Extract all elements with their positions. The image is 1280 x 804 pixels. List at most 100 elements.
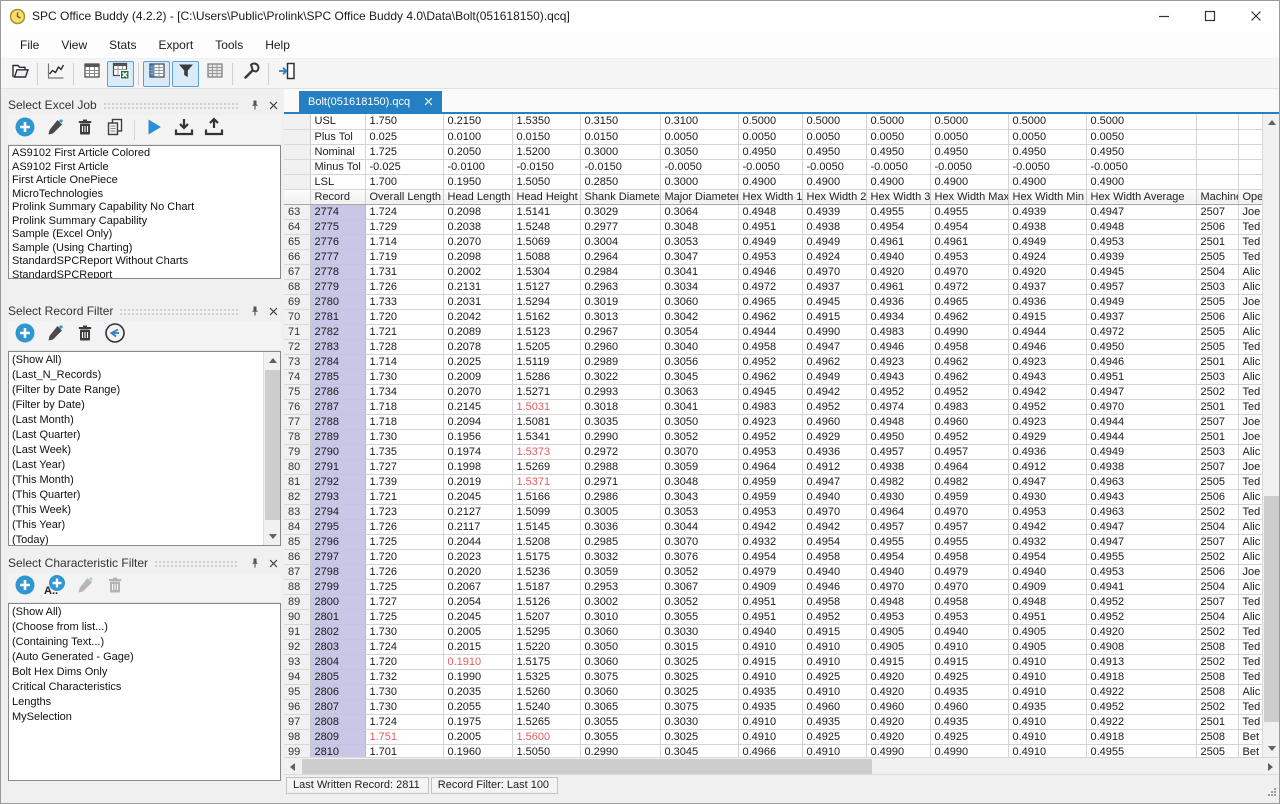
data-cell[interactable]: 1.5031	[512, 399, 580, 414]
data-cell[interactable]: 2505	[1196, 324, 1238, 339]
data-cell[interactable]: 0.1975	[443, 714, 512, 729]
data-cell[interactable]: 0.4922	[1086, 684, 1196, 699]
data-cell[interactable]: 2506	[1196, 309, 1238, 324]
spec-value-cell[interactable]: 1.5050	[512, 174, 580, 189]
data-cell[interactable]: 0.4960	[930, 699, 1008, 714]
data-cell[interactable]: 0.4955	[866, 534, 930, 549]
data-cell[interactable]: 0.3002	[580, 594, 660, 609]
add-button[interactable]	[12, 575, 38, 601]
data-cell[interactable]: 0.4939	[802, 204, 866, 219]
data-cell[interactable]: 0.4955	[866, 204, 930, 219]
data-cell[interactable]: 0.2045	[443, 609, 512, 624]
list-item[interactable]: AS9102 First Article Colored	[12, 147, 280, 161]
data-cell[interactable]: 0.4910	[738, 729, 802, 744]
data-cell[interactable]: 0.3055	[580, 729, 660, 744]
data-cell[interactable]: 0.4946	[802, 579, 866, 594]
data-cell[interactable]: Alic	[1238, 609, 1262, 624]
data-cell[interactable]: 0.4942	[1008, 519, 1086, 534]
record-filter-list[interactable]: (Show All)(Last_N_Records)(Filter by Dat…	[8, 351, 281, 546]
data-cell[interactable]: 0.2127	[443, 504, 512, 519]
data-cell[interactable]: Ted	[1238, 714, 1262, 729]
data-cell[interactable]: 1.726	[365, 519, 443, 534]
data-cell[interactable]: 0.4930	[1008, 489, 1086, 504]
data-cell[interactable]: 0.4953	[738, 444, 802, 459]
spec-value-cell[interactable]: 0.0050	[738, 129, 802, 144]
data-cell[interactable]: 2508	[1196, 729, 1238, 744]
column-header-major-diameter[interactable]: Major Diameter	[660, 189, 738, 204]
data-cell[interactable]: 0.4961	[866, 234, 930, 249]
data-cell[interactable]: 0.4925	[802, 729, 866, 744]
data-cell[interactable]: 0.3029	[580, 204, 660, 219]
data-cell[interactable]: 1.5248	[512, 219, 580, 234]
data-cell[interactable]: 0.4949	[802, 369, 866, 384]
data-cell[interactable]: 0.4990	[802, 324, 866, 339]
maximize-button[interactable]	[1187, 1, 1233, 31]
data-cell[interactable]: Ted	[1238, 624, 1262, 639]
data-cell[interactable]: 0.4962	[802, 354, 866, 369]
data-cell[interactable]: 0.4920	[866, 669, 930, 684]
spec-value-cell[interactable]: 0.4900	[866, 174, 930, 189]
data-cell[interactable]: 0.3056	[660, 354, 738, 369]
data-cell[interactable]: 0.4951	[738, 594, 802, 609]
data-cell[interactable]: 1.730	[365, 369, 443, 384]
data-cell[interactable]: 0.4970	[802, 504, 866, 519]
list-item[interactable]: StandardSPCReport	[12, 269, 280, 280]
pivot-grid-button[interactable]	[201, 61, 228, 87]
data-cell[interactable]: 0.2009	[443, 369, 512, 384]
data-cell[interactable]: 0.4957	[866, 444, 930, 459]
data-cell[interactable]: 1.726	[365, 564, 443, 579]
list-item[interactable]: (Choose from list...)	[12, 620, 280, 635]
data-cell[interactable]: 0.3042	[660, 309, 738, 324]
data-cell[interactable]: 2502	[1196, 384, 1238, 399]
data-cell[interactable]: 1.726	[365, 279, 443, 294]
spec-value-cell[interactable]: 0.5000	[866, 114, 930, 129]
list-item[interactable]: (Containing Text...)	[12, 635, 280, 650]
data-cell[interactable]: 1.720	[365, 309, 443, 324]
data-cell[interactable]: Alic	[1238, 279, 1262, 294]
data-cell[interactable]: 0.4957	[866, 519, 930, 534]
data-cell[interactable]: 0.2986	[580, 489, 660, 504]
data-cell[interactable]: 0.4942	[802, 519, 866, 534]
data-cell[interactable]: 0.2960	[580, 339, 660, 354]
list-item[interactable]: (Today)	[12, 533, 280, 546]
data-cell[interactable]: 0.3054	[660, 324, 738, 339]
data-cell[interactable]: 2507	[1196, 414, 1238, 429]
data-cell[interactable]: 0.1960	[443, 744, 512, 757]
data-cell[interactable]: 1.5600	[512, 729, 580, 744]
data-cell[interactable]: 0.4910	[930, 639, 1008, 654]
list-item[interactable]: (Last Quarter)	[12, 428, 280, 443]
data-cell[interactable]: 1.5271	[512, 384, 580, 399]
data-cell[interactable]: 0.4951	[1086, 369, 1196, 384]
data-cell[interactable]: 0.2988	[580, 459, 660, 474]
data-cell[interactable]: 1.5325	[512, 669, 580, 684]
data-cell[interactable]: 0.4951	[738, 609, 802, 624]
data-cell[interactable]: 0.3052	[660, 429, 738, 444]
data-cell[interactable]: 0.4935	[738, 684, 802, 699]
menu-view[interactable]: View	[50, 33, 98, 57]
spec-value-cell[interactable]: 0.4900	[1086, 174, 1196, 189]
add-button[interactable]	[12, 323, 38, 349]
spec-value-cell[interactable]: 0.5000	[738, 114, 802, 129]
data-cell[interactable]: 0.4942	[1008, 384, 1086, 399]
data-cell[interactable]: 0.4960	[802, 414, 866, 429]
data-cell[interactable]: 0.4935	[802, 714, 866, 729]
list-item[interactable]: MicroTechnologies	[12, 188, 280, 202]
data-cell[interactable]: 0.4910	[1008, 744, 1086, 757]
data-cell[interactable]: 0.4949	[802, 234, 866, 249]
data-cell[interactable]: 0.4937	[1008, 279, 1086, 294]
data-cell[interactable]: 0.2055	[443, 699, 512, 714]
data-cell[interactable]: 0.4952	[1008, 399, 1086, 414]
spec-value-cell[interactable]: 0.4950	[930, 144, 1008, 159]
data-cell[interactable]: 0.4945	[1086, 264, 1196, 279]
data-cell[interactable]: 0.3013	[580, 309, 660, 324]
data-cell[interactable]: 1.721	[365, 324, 443, 339]
data-cell[interactable]: Ted	[1238, 384, 1262, 399]
spec-value-cell[interactable]: -0.0050	[802, 159, 866, 174]
data-cell[interactable]: 2507	[1196, 204, 1238, 219]
data-cell[interactable]: 0.4954	[1008, 549, 1086, 564]
data-cell[interactable]: 0.4938	[866, 459, 930, 474]
data-cell[interactable]: 1.730	[365, 684, 443, 699]
data-cell[interactable]: 0.4958	[930, 594, 1008, 609]
data-cell[interactable]: 1.5220	[512, 639, 580, 654]
data-cell[interactable]: 1.5294	[512, 294, 580, 309]
